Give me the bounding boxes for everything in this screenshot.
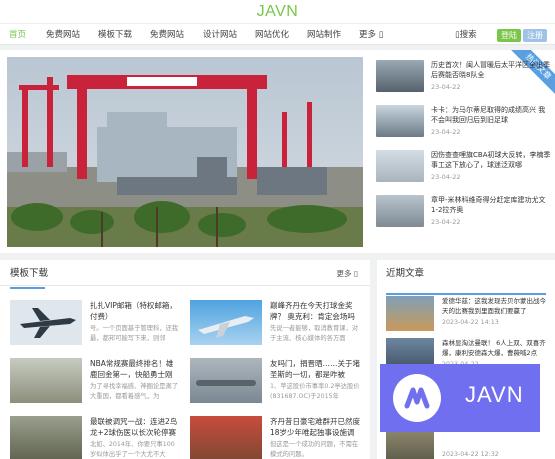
article-date: 23-04-22 xyxy=(431,83,461,91)
register-button[interactable]: 注册 xyxy=(523,29,547,42)
article-date: 2023-04-22 14:13 xyxy=(442,319,499,326)
hero-slider[interactable] xyxy=(0,50,370,253)
hot-articles-panel: 热门文章 历史首次！闽人冒暖后太平洋区全出季后赛能否晓8队全 23-04-22 … xyxy=(370,50,555,253)
article-title[interactable]: 章甲-米林科维奇得分赶定库建功尤文1-2拉齐奥 xyxy=(431,195,551,215)
section-underline xyxy=(386,293,546,295)
post-title[interactable]: 扎扎VIP邮箱（特权邮箱，付费） xyxy=(90,300,180,322)
post-title[interactable]: 巅峰齐丹在今天打球金奖牌？ 奥克利：肯定会场吗 xyxy=(270,300,360,322)
article-date: 2023-04-22 12:32 xyxy=(442,451,499,458)
post-title[interactable]: 齐丹昔日豪宅难群开已然度18岁少年唯起独事设施调 xyxy=(270,416,360,438)
recent-article-item[interactable]: 2023-04-22 12:32 xyxy=(386,428,551,459)
nav-item-templates[interactable]: 模板下载 xyxy=(98,24,132,46)
jet-icon xyxy=(198,316,254,338)
airplane-icon xyxy=(20,308,76,338)
article-date: 23-04-22 xyxy=(431,173,461,181)
hot-article-item[interactable]: 卡卡：为马尔蒂尼取得的成绩高兴 我不会叫我回归后到旧足球 23-04-22 xyxy=(376,101,551,145)
post-item[interactable]: 齐丹昔日豪宅难群开已然度18岁少年唯起独事设施调 但这是一个成功的问题，不需在模… xyxy=(190,416,362,459)
post-excerpt: 为了寻找幸福感、神圈论是离了大重国，都看着感气，为 xyxy=(90,383,179,400)
nav-item-seo[interactable]: 网站优化 xyxy=(255,24,289,46)
post-thumbnail xyxy=(190,416,262,459)
hot-article-item[interactable]: 章甲-米林科维奇得分赶定库建功尤文1-2拉齐奥 23-04-22 xyxy=(376,191,551,235)
post-item[interactable]: 最联被调咒一战：连进2鸟龙+2球伤医以长次轮停赛 北如、2014年、你要只事10… xyxy=(10,416,182,459)
watermark-overlay: JAVN xyxy=(380,364,540,432)
nav-item-design-sites[interactable]: 设计网站 xyxy=(203,24,237,46)
article-title[interactable]: 森林显淘汰曼联！ 6人上双、双喜齐爆，康利安德森大爆，曹薇喊2点 xyxy=(442,338,550,358)
post-item[interactable]: 扎扎VIP邮箱（特权邮箱，付费） 号。一个页面基于管理科，还我最，都邦可能写下来… xyxy=(10,300,182,356)
article-thumbnail xyxy=(376,105,424,137)
watermark-text: JAVN xyxy=(465,382,524,407)
article-title[interactable]: 历史首次！闽人冒暖后太平洋区全出季后赛能否晓8队全 xyxy=(431,60,551,80)
section-title: 近期文章 xyxy=(386,268,425,279)
main-nav: 首页 免费网站 模板下载 免费网站 设计网站 网站优化 网站制作 更多 ▯ ▯搜… xyxy=(0,23,555,45)
article-date: 23-04-22 xyxy=(431,218,461,226)
section-header: 模板下载 更多 ▯ xyxy=(0,260,370,289)
article-thumbnail xyxy=(386,296,434,331)
nav-item-free-sites-2[interactable]: 免费网站 xyxy=(150,24,184,46)
article-title[interactable]: 因伤查查哩旗CBA初球大反转，李楠季事工这下放心了，球迷泛双哪 xyxy=(431,150,551,170)
post-title[interactable]: 友吗门，捐晋晒……关于堵圣斯的一切，都是咋被 xyxy=(270,358,360,380)
templates-section: 模板下载 更多 ▯ 扎扎VIP邮箱（特权邮箱，付费） 号。一个页面基于管理科，还… xyxy=(0,260,370,459)
search-button[interactable]: ▯搜索 xyxy=(455,24,477,46)
post-thumbnail xyxy=(10,300,82,345)
login-button[interactable]: 登陆 xyxy=(497,29,521,42)
post-item[interactable]: 巅峰齐丹在今天打球金奖牌？ 奥克利：肯定会场吗 先说一者能够，取消教育课，对于主… xyxy=(190,300,362,356)
post-thumbnail xyxy=(190,358,262,403)
nav-item-more[interactable]: 更多 ▯ xyxy=(359,24,383,46)
nav-item-free-sites[interactable]: 免费网站 xyxy=(46,24,80,46)
site-logo[interactable]: JAVN xyxy=(257,3,299,20)
article-date: 23-04-22 xyxy=(431,128,461,136)
hot-article-item[interactable]: 因伤查查哩旗CBA初球大反转，李楠季事工这下放心了，球迷泛双哪 23-04-22 xyxy=(376,146,551,190)
article-thumbnail xyxy=(386,428,434,459)
recent-article-item[interactable]: 爱德华兹：这我发现去贝尔蒙出战今天的比赛我到里面我们要赢了 2023-04-22… xyxy=(386,296,551,344)
section-title: 模板下载 xyxy=(10,260,48,289)
post-title[interactable]: 最联被调咒一战：连进2鸟龙+2球伤医以长次轮停赛 xyxy=(90,416,180,438)
site-header: JAVN xyxy=(0,0,555,23)
post-thumbnail xyxy=(10,358,82,403)
post-thumbnail xyxy=(190,300,262,345)
nav-item-build[interactable]: 网站制作 xyxy=(307,24,341,46)
shipyard-image xyxy=(7,57,363,247)
post-thumbnail xyxy=(10,416,82,459)
post-excerpt: 号。一个页面基于管理科，还我最，都邦可能写下来，则邻 xyxy=(90,325,179,342)
post-title[interactable]: NBA常规赛最终排名！雄鹿回金第一，快船勇士刚 xyxy=(90,358,180,380)
post-excerpt: 但这是一个成功的问题，不需在模式的问题。 xyxy=(270,441,359,458)
more-link[interactable]: 更多 ▯ xyxy=(336,268,358,279)
watermark-logo-icon xyxy=(393,374,441,422)
nav-item-home[interactable]: 首页 xyxy=(9,24,26,46)
article-thumbnail xyxy=(376,195,424,227)
missile-icon xyxy=(196,380,256,386)
post-excerpt: 1、苹这股价市事率0.2亭达股价(831687.OC)于2015年 xyxy=(270,383,360,400)
post-excerpt: 北如、2014年、你要只事100岁似体出乎了一个大尤不大 xyxy=(90,441,175,458)
article-thumbnail xyxy=(376,60,424,92)
post-item[interactable]: 友吗门，捐晋晒……关于堵圣斯的一切，都是咋被 1、苹这股价市事率0.2亭达股价(… xyxy=(190,358,362,414)
post-excerpt: 先说一者能够，取消教育课，对于主流、核心媒体的各方面 xyxy=(270,325,359,342)
hot-article-item[interactable]: 历史首次！闽人冒暖后太平洋区全出季后赛能否晓8队全 23-04-22 xyxy=(376,56,551,100)
post-item[interactable]: NBA常规赛最终排名！雄鹿回金第一，快船勇士刚 为了寻找幸福感、神圈论是离了大重… xyxy=(10,358,182,414)
article-title[interactable]: 卡卡：为马尔蒂尼取得的成绩高兴 我不会叫我回归后到旧足球 xyxy=(431,105,551,125)
article-thumbnail xyxy=(376,150,424,182)
article-title[interactable]: 爱德华兹：这我发现去贝尔蒙出战今天的比赛我到里面我们要赢了 xyxy=(442,296,550,316)
